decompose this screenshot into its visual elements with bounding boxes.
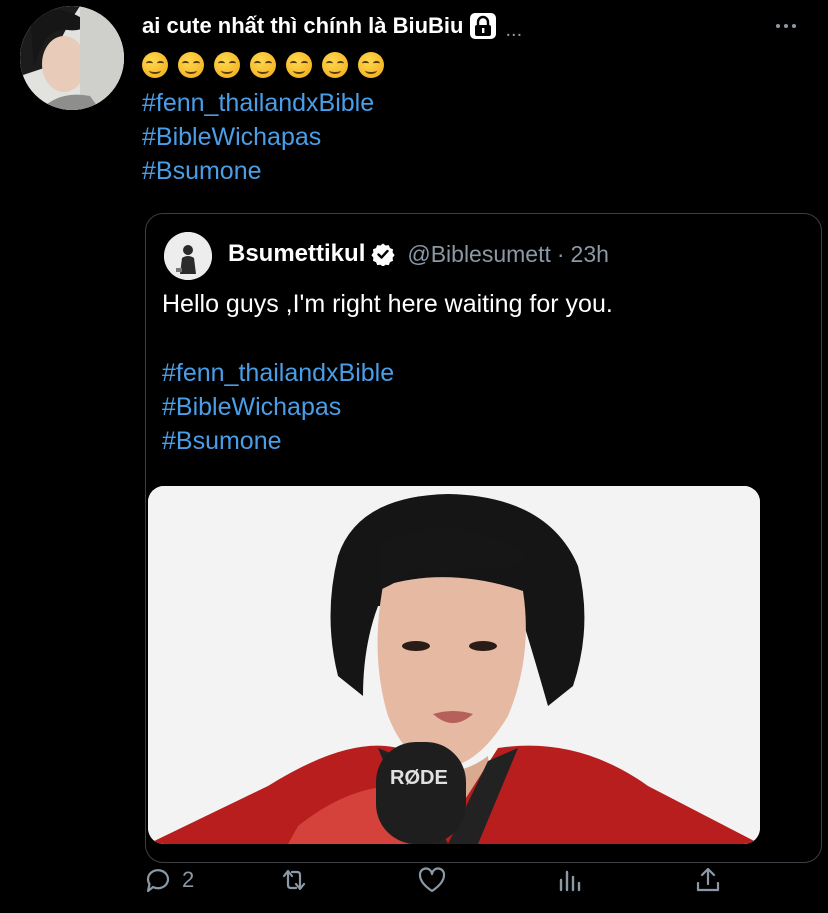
name-truncation: ... — [505, 18, 523, 41]
more-dot — [776, 24, 780, 28]
more-dot — [792, 24, 796, 28]
emoji-line — [142, 52, 384, 78]
quoted-handle[interactable]: @Biblesumett — [407, 241, 551, 268]
quoted-author-avatar[interactable] — [164, 232, 212, 280]
share-button[interactable] — [692, 860, 724, 900]
drooling-face-emoji — [358, 52, 384, 78]
quoted-media-image[interactable]: RØDE — [148, 486, 760, 844]
heart-icon — [418, 867, 446, 893]
more-options-button[interactable] — [766, 12, 806, 40]
quoted-display-name[interactable]: Bsumettikul — [228, 240, 365, 268]
verified-badge-icon — [371, 243, 395, 266]
tweet-hashtags: #fenn_thailandxBible #BibleWichapas #Bsu… — [142, 86, 374, 188]
more-dot — [784, 24, 788, 28]
quoted-body: Hello guys ,I'm right here waiting for y… — [162, 288, 613, 458]
quoted-text: Hello guys ,I'm right here waiting for y… — [162, 290, 613, 318]
drooling-face-emoji — [286, 52, 312, 78]
hashtag-link[interactable]: #BibleWichapas — [142, 120, 374, 154]
hashtag-link[interactable]: #Bsumone — [142, 154, 374, 188]
quoted-hashtags: #fenn_thailandxBible #BibleWichapas #Bsu… — [162, 356, 613, 458]
share-icon — [696, 867, 720, 892]
drooling-face-emoji — [250, 52, 276, 78]
meta-separator: · — [556, 240, 565, 267]
quoted-timestamp[interactable]: 23h — [571, 241, 609, 268]
drooling-face-emoji — [178, 52, 204, 78]
author-display-name[interactable]: ai cute nhất thì chính là BiuBiu — [142, 13, 463, 39]
hashtag-link[interactable]: #fenn_thailandxBible — [162, 356, 613, 390]
hashtag-link[interactable]: #fenn_thailandxBible — [142, 86, 374, 120]
lock-icon — [469, 12, 497, 40]
like-button[interactable] — [416, 860, 448, 900]
drooling-face-emoji — [322, 52, 348, 78]
reply-icon — [146, 869, 170, 893]
analytics-button[interactable] — [554, 860, 586, 900]
drooling-face-emoji — [214, 52, 240, 78]
retweet-icon — [282, 869, 306, 891]
tweet-header: ai cute nhất thì chính là BiuBiu ... — [142, 8, 808, 44]
retweet-button[interactable] — [278, 860, 310, 900]
analytics-icon — [559, 870, 581, 892]
quoted-tweet-card[interactable]: Bsumettikul @Biblesumett · 23h Hello guy… — [145, 213, 822, 863]
reply-count: 2 — [182, 867, 195, 892]
author-avatar[interactable] — [20, 6, 124, 110]
hashtag-link[interactable]: #Bsumone — [162, 424, 613, 458]
hashtag-link[interactable]: #BibleWichapas — [162, 390, 613, 424]
tweet-action-bar: 2 — [142, 860, 732, 900]
mic-brand-text: RØDE — [390, 767, 448, 789]
reply-button[interactable]: 2 — [142, 860, 194, 900]
drooling-face-emoji — [142, 52, 168, 78]
quoted-header: Bsumettikul @Biblesumett · 23h — [228, 240, 609, 268]
